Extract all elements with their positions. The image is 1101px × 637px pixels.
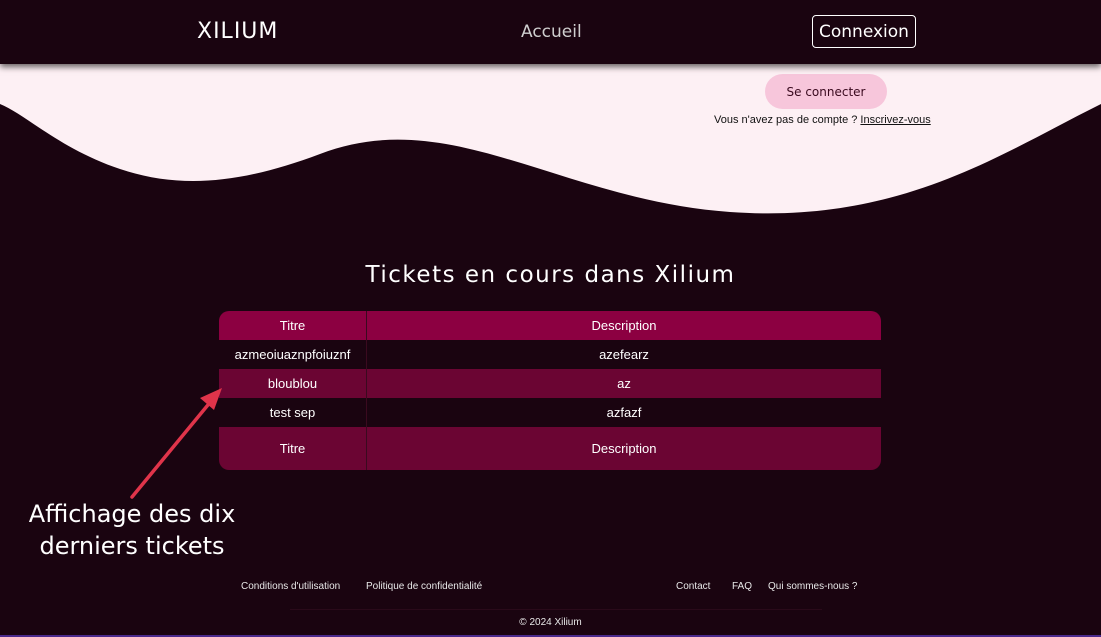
footer-link-about[interactable]: Qui sommes-nous ?: [768, 581, 857, 592]
table-header-row: Titre Description: [219, 311, 881, 340]
se-connecter-button[interactable]: Se connecter: [765, 74, 887, 109]
signup-prompt: Vous n'avez pas de compte ? Inscrivez-vo…: [714, 114, 931, 126]
hero-wave: [0, 64, 1101, 214]
navbar: XILIUM Accueil Connexion: [0, 0, 1101, 64]
table-row[interactable]: test sep azfazf: [219, 398, 881, 427]
login-button[interactable]: Connexion: [812, 15, 916, 48]
footer-description: Description: [366, 427, 881, 470]
ticket-description: azfazf: [366, 398, 881, 427]
footer-divider: [290, 609, 822, 610]
table-footer-row: Titre Description: [219, 427, 881, 470]
footer-link-faq[interactable]: FAQ: [732, 581, 752, 592]
ticket-description: azefearz: [366, 340, 881, 369]
footer-link-terms[interactable]: Conditions d'utilisation: [241, 581, 340, 592]
ticket-title: test sep: [219, 398, 367, 427]
annotation-line-1: Affichage des dix: [28, 500, 236, 528]
footer-titre: Titre: [219, 427, 367, 470]
footer-link-contact[interactable]: Contact: [676, 581, 710, 592]
copyright: © 2024 Xilium: [519, 617, 582, 628]
tickets-table: Titre Description azmeoiuaznpfoiuznf aze…: [219, 311, 881, 470]
tickets-section-title: Tickets en cours dans Xilium: [365, 262, 736, 288]
ticket-description: az: [366, 369, 881, 398]
table-row[interactable]: azmeoiuaznpfoiuznf azefearz: [219, 340, 881, 369]
ticket-title: bloublou: [219, 369, 367, 398]
footer-link-privacy[interactable]: Politique de confidentialité: [366, 581, 482, 592]
table-row[interactable]: bloublou az: [219, 369, 881, 398]
annotation-text: Affichage des dix derniers tickets: [24, 498, 240, 562]
column-header-titre: Titre: [219, 311, 367, 340]
signup-link[interactable]: Inscrivez-vous: [860, 114, 930, 126]
annotation-line-2: derniers tickets: [39, 532, 225, 560]
ticket-title: azmeoiuaznpfoiuznf: [219, 340, 367, 369]
column-header-description: Description: [366, 311, 881, 340]
signup-prompt-text: Vous n'avez pas de compte ?: [714, 114, 861, 126]
logo[interactable]: XILIUM: [197, 19, 278, 44]
nav-link-accueil[interactable]: Accueil: [521, 22, 582, 42]
